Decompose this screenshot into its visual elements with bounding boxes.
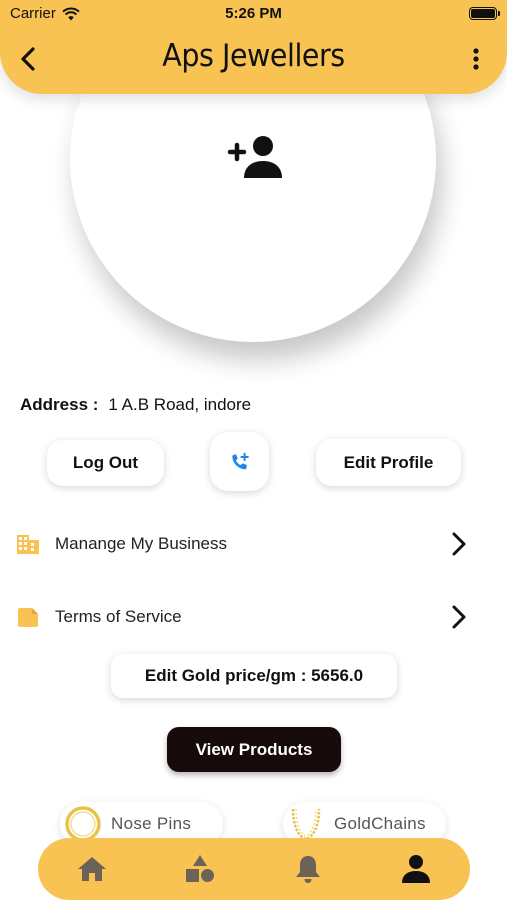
category-label: GoldChains: [334, 814, 426, 833]
chevron-right-icon: [452, 605, 466, 629]
edit-gold-price-button[interactable]: Edit Gold price/gm : 5656.0: [111, 654, 397, 698]
bell-icon[interactable]: [291, 852, 325, 886]
page-title: Aps Jewellers: [162, 38, 345, 74]
folder-icon: [18, 608, 38, 627]
building-icon: [17, 535, 39, 554]
battery-icon: [469, 7, 500, 20]
address-label: Address :: [20, 395, 99, 414]
more-vertical-icon[interactable]: [471, 46, 481, 72]
bottom-navigation: [38, 838, 470, 900]
profile-icon[interactable]: [399, 852, 433, 886]
chevron-right-icon: [452, 532, 466, 556]
menu-item-manage-business[interactable]: Manange My Business: [0, 520, 507, 568]
add-call-icon: [231, 452, 249, 469]
add-call-button[interactable]: [210, 432, 269, 491]
menu-item-label: Terms of Service: [55, 607, 182, 626]
address-row: Address : 1 A.B Road, indore: [20, 395, 251, 415]
edit-profile-button[interactable]: Edit Profile: [316, 439, 461, 486]
menu-item-terms-of-service[interactable]: Terms of Service: [0, 593, 507, 641]
category-label: Nose Pins: [111, 814, 192, 833]
categories-icon[interactable]: [183, 852, 217, 886]
status-time: 5:26 PM: [225, 5, 282, 22]
menu-item-label: Manange My Business: [55, 534, 227, 553]
view-products-button[interactable]: View Products: [167, 727, 341, 772]
status-bar: Carrier 5:26 PM: [0, 0, 507, 28]
add-person-icon[interactable]: [224, 134, 286, 180]
home-icon[interactable]: [75, 852, 109, 886]
address-value: 1 A.B Road, indore: [108, 395, 252, 414]
logout-button[interactable]: Log Out: [47, 440, 164, 486]
